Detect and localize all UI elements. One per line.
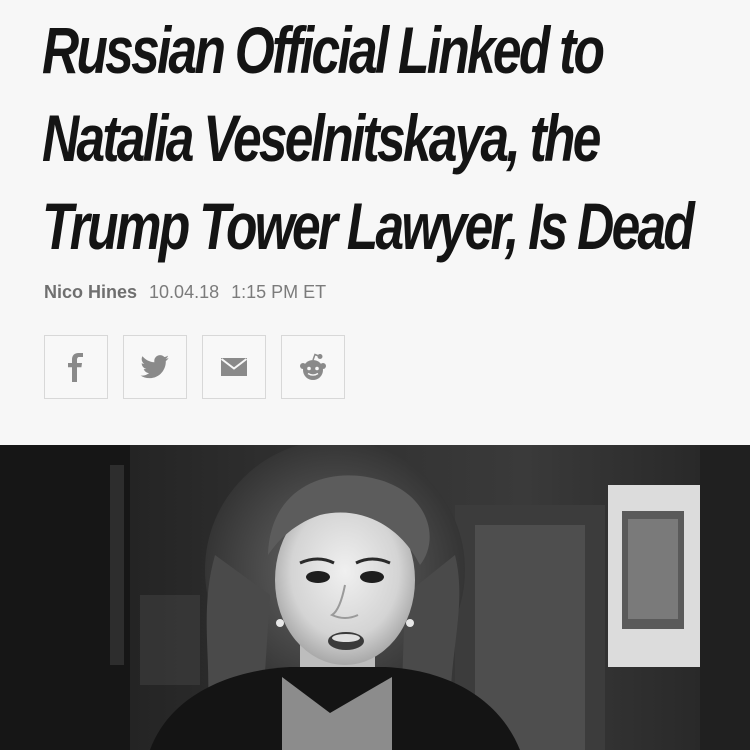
share-reddit-button[interactable] — [281, 335, 345, 399]
publish-date: 10.04.18 — [149, 282, 220, 302]
share-buttons — [44, 335, 345, 399]
article-header: Russian Official Linked to Natalia Vesel… — [0, 0, 750, 445]
article-photo — [0, 445, 750, 750]
twitter-icon — [140, 355, 169, 379]
email-icon — [220, 358, 248, 376]
share-email-button[interactable] — [202, 335, 266, 399]
headline: Russian Official Linked to Natalia Vesel… — [42, 6, 695, 270]
headline-line-3: Trump Tower Lawyer, Is Dead — [42, 189, 695, 263]
headline-line-2: Natalia Veselnitskaya, the — [42, 101, 601, 175]
headline-line-1: Russian Official Linked to — [42, 13, 605, 87]
publish-time: 1:15 PM ET — [231, 282, 327, 302]
byline: Nico Hines 10.04.18 1:15 PM ET — [44, 282, 326, 303]
author-link[interactable]: Nico Hines — [44, 282, 137, 303]
share-twitter-button[interactable] — [123, 335, 187, 399]
facebook-icon — [68, 353, 83, 382]
share-facebook-button[interactable] — [44, 335, 108, 399]
portrait-photo — [0, 445, 750, 750]
reddit-icon — [300, 353, 326, 380]
